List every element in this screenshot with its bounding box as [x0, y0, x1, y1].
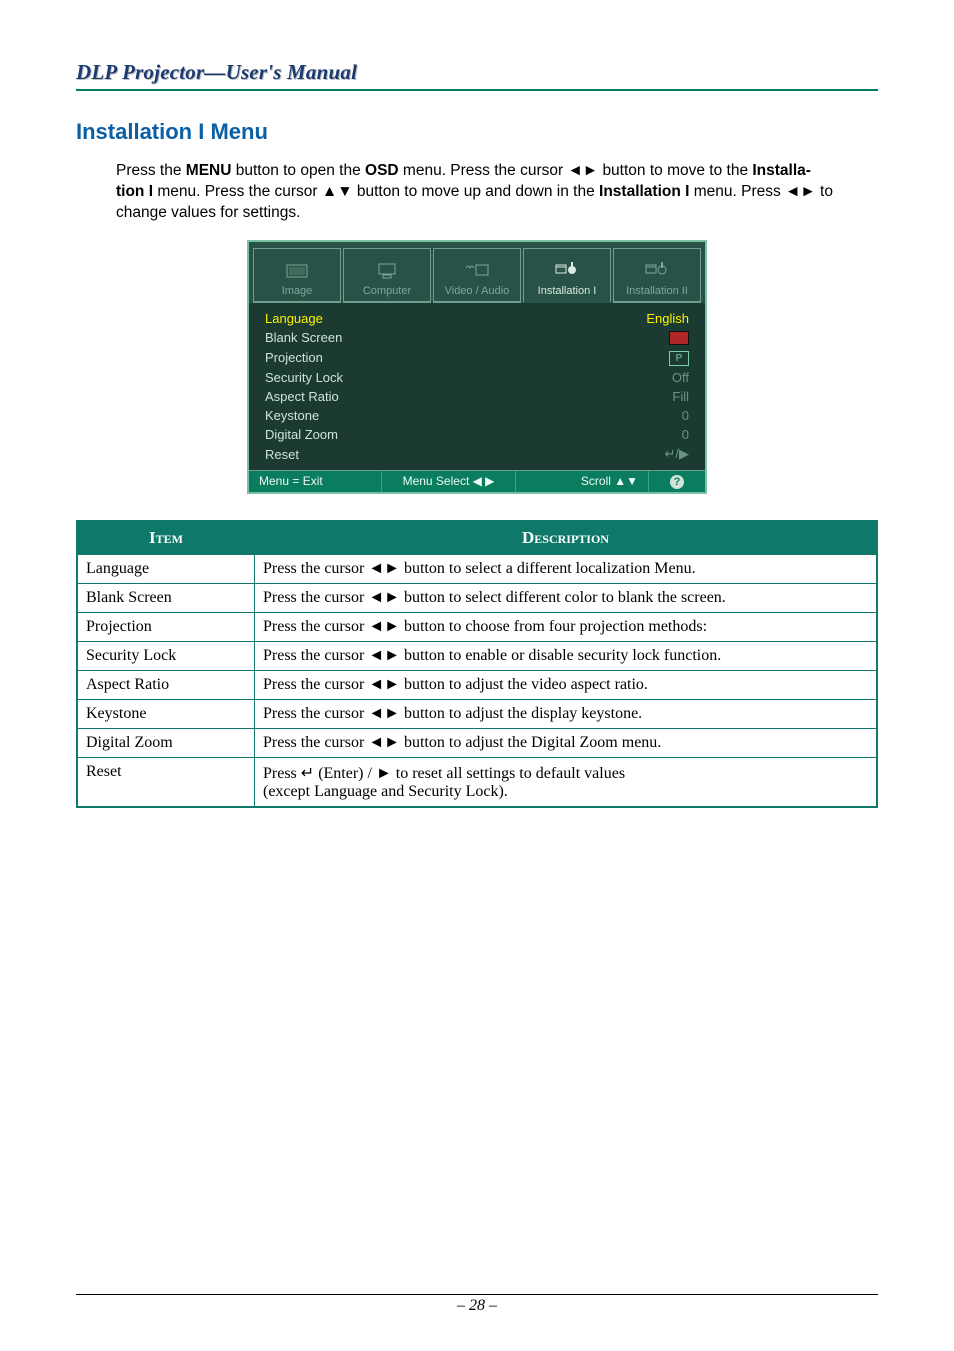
projection-icon: P: [669, 351, 689, 366]
osd-item-label: Projection: [265, 350, 323, 365]
table-cell-description: Press the cursor ◄► button to choose fro…: [255, 613, 878, 642]
osd-menu: Image Computer Video / Audio Installatio…: [247, 240, 707, 495]
video-audio-icon: [436, 259, 518, 283]
osd-footer: Menu = Exit Menu Select ◀ ▶ Scroll ▲▼ ?: [249, 470, 705, 492]
table-row: ProjectionPress the cursor ◄► button to …: [77, 613, 877, 642]
osd-item[interactable]: Security Lock Off: [259, 368, 695, 387]
table-cell-description: Press the cursor ◄► button to adjust the…: [255, 729, 878, 758]
intro-installa-bold: Installa-: [752, 162, 811, 179]
computer-icon: [346, 259, 428, 283]
image-icon: [256, 259, 338, 283]
table-row: Security LockPress the cursor ◄► button …: [77, 642, 877, 671]
intro-paragraph: Press the MENU button to open the OSD me…: [116, 161, 878, 224]
intro-text: menu. Press the cursor ◄► button to move…: [399, 162, 753, 179]
osd-footer-scroll: Scroll ▲▼: [516, 471, 649, 492]
intro-inst-full-bold: Installation I: [599, 183, 689, 200]
table-cell-description: Press ↵ (Enter) / ► to reset all setting…: [255, 758, 878, 808]
osd-tab-label: Image: [256, 285, 338, 297]
description-table: Item Description LanguagePress the curso…: [76, 520, 878, 808]
table-cell-description: Press the cursor ◄► button to select a d…: [255, 555, 878, 584]
installation2-icon: [616, 259, 698, 283]
osd-item-label: Security Lock: [265, 370, 343, 385]
header-title: DLP Projector—User's Manual: [76, 60, 878, 85]
osd-footer-select: Menu Select ◀ ▶: [382, 471, 515, 492]
osd-item-label: Reset: [265, 447, 299, 462]
osd-item[interactable]: Aspect Ratio Fill: [259, 387, 695, 406]
osd-tab-label: Installation I: [526, 285, 608, 297]
installation1-icon: [526, 259, 608, 283]
osd-item-label: Aspect Ratio: [265, 389, 339, 404]
osd-item[interactable]: Language English: [259, 309, 695, 328]
osd-item-value: Off: [672, 370, 689, 385]
table-cell-item: Security Lock: [77, 642, 255, 671]
table-header-description: Description: [255, 521, 878, 555]
osd-item[interactable]: Keystone 0: [259, 406, 695, 425]
color-swatch-icon: [669, 331, 689, 345]
osd-item-value: 0: [682, 408, 689, 423]
osd-item-label: Blank Screen: [265, 330, 342, 345]
osd-item-value: P: [669, 349, 689, 366]
osd-item-value: [669, 330, 689, 346]
page-footer: – 28 –: [76, 1286, 878, 1315]
osd-tab-video-audio[interactable]: Video / Audio: [433, 248, 521, 303]
table-row: ResetPress ↵ (Enter) / ► to reset all se…: [77, 758, 877, 808]
osd-item[interactable]: Digital Zoom 0: [259, 425, 695, 444]
osd-tab-label: Installation II: [616, 285, 698, 297]
osd-item-value: 0: [682, 427, 689, 442]
table-cell-item: Keystone: [77, 700, 255, 729]
osd-tab-bar: Image Computer Video / Audio Installatio…: [249, 242, 705, 303]
table-cell-description: Press the cursor ◄► button to enable or …: [255, 642, 878, 671]
table-cell-description: Press the cursor ◄► button to select dif…: [255, 584, 878, 613]
table-row: LanguagePress the cursor ◄► button to se…: [77, 555, 877, 584]
osd-tab-label: Video / Audio: [436, 285, 518, 297]
osd-item[interactable]: Blank Screen: [259, 328, 695, 348]
osd-item-label: Digital Zoom: [265, 427, 338, 442]
intro-text: Press the: [116, 162, 186, 179]
page-number: – 28 –: [457, 1297, 497, 1314]
osd-item[interactable]: Reset ↵/▶: [259, 444, 695, 464]
osd-tab-installation-1[interactable]: Installation I: [523, 248, 611, 303]
osd-tab-computer[interactable]: Computer: [343, 248, 431, 303]
osd-item-value: Fill: [672, 389, 689, 404]
table-row: KeystonePress the cursor ◄► button to ad…: [77, 700, 877, 729]
table-header-item: Item: [77, 521, 255, 555]
intro-text: button to open the: [231, 162, 365, 179]
osd-item-label: Language: [265, 311, 323, 326]
table-cell-item: Projection: [77, 613, 255, 642]
help-icon: ?: [670, 475, 684, 489]
osd-body: Language English Blank Screen Projection P Se…: [249, 303, 705, 471]
intro-tion-bold: tion I: [116, 183, 153, 200]
table-row: Digital ZoomPress the cursor ◄► button t…: [77, 729, 877, 758]
intro-menu-bold: MENU: [186, 162, 232, 179]
table-cell-item: Blank Screen: [77, 584, 255, 613]
table-cell-item: Language: [77, 555, 255, 584]
osd-item[interactable]: Projection P: [259, 347, 695, 368]
osd-tab-image[interactable]: Image: [253, 248, 341, 303]
osd-item-value: ↵/▶: [664, 446, 689, 462]
footer-rule: [76, 1294, 878, 1295]
table-row: Blank ScreenPress the cursor ◄► button t…: [77, 584, 877, 613]
osd-item-value: English: [646, 311, 689, 326]
intro-text: menu. Press the cursor ▲▼ button to move…: [153, 183, 599, 200]
table-cell-item: Reset: [77, 758, 255, 808]
header-rule: [76, 89, 878, 91]
osd-tab-installation-2[interactable]: Installation II: [613, 248, 701, 303]
table-cell-item: Digital Zoom: [77, 729, 255, 758]
table-cell-description: Press the cursor ◄► button to adjust the…: [255, 700, 878, 729]
osd-footer-exit: Menu = Exit: [249, 471, 382, 492]
table-cell-description: Press the cursor ◄► button to adjust the…: [255, 671, 878, 700]
osd-tab-label: Computer: [346, 285, 428, 297]
osd-footer-help[interactable]: ?: [649, 471, 705, 492]
table-cell-item: Aspect Ratio: [77, 671, 255, 700]
osd-item-label: Keystone: [265, 408, 319, 423]
section-heading: Installation I Menu: [76, 119, 878, 145]
table-row: Aspect RatioPress the cursor ◄► button t…: [77, 671, 877, 700]
intro-osd-bold: OSD: [365, 162, 399, 179]
